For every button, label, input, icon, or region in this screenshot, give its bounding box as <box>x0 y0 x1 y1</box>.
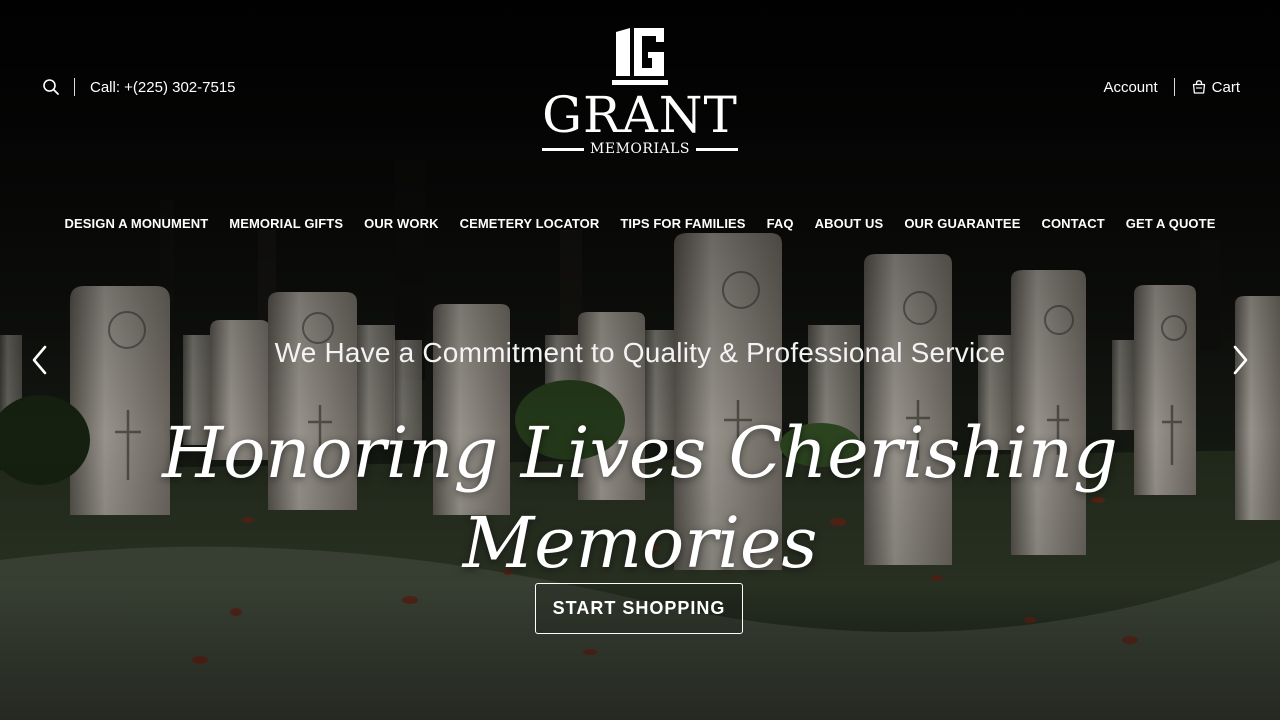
logo-rule <box>542 147 585 151</box>
cart-icon <box>1192 80 1205 94</box>
nav-item-our-work[interactable]: OUR WORK <box>364 216 438 236</box>
cart-link[interactable]: Cart <box>1191 79 1240 96</box>
hero-tagline: We Have a Commitment to Quality & Profes… <box>274 337 1006 368</box>
header-divider <box>74 78 75 96</box>
nav-item-faq[interactable]: FAQ <box>767 216 794 236</box>
nav-item-memorial-gifts[interactable]: MEMORIAL GIFTS <box>229 216 343 236</box>
logo-subtitle: MEMORIALS <box>590 141 690 157</box>
logo-mark-icon <box>612 28 668 85</box>
site-logo[interactable]: GRANT MEMORIALS <box>540 24 740 174</box>
nav-item-tips-for-families[interactable]: TIPS FOR FAMILIES <box>620 216 745 236</box>
cart-label: Cart <box>1211 78 1240 96</box>
hero-headline: Honoring Lives Cherishing Memories <box>162 412 1118 584</box>
nav-item-our-guarantee[interactable]: OUR GUARANTEE <box>904 216 1020 236</box>
nav-item-get-a-quote[interactable]: GET A QUOTE <box>1126 216 1216 236</box>
account-link[interactable]: Account <box>1103 79 1157 96</box>
search-icon[interactable] <box>42 78 60 96</box>
nav-item-about-us[interactable]: ABOUT US <box>815 216 884 236</box>
utility-left: Call: +(225) 302-7515 <box>42 76 236 98</box>
logo-name: GRANT <box>542 86 738 144</box>
phone-link[interactable]: Call: +(225) 302-7515 <box>90 79 236 96</box>
logo-rule <box>695 147 738 151</box>
nav-item-cemetery-locator[interactable]: CEMETERY LOCATOR <box>460 216 600 236</box>
main-nav: DESIGN A MONUMENT MEMORIAL GIFTS OUR WOR… <box>0 216 1280 236</box>
header-divider <box>1173 78 1175 96</box>
utility-right: Account Cart <box>1103 76 1240 98</box>
start-shopping-button[interactable]: START SHOPPING <box>535 583 743 634</box>
nav-item-design-a-monument[interactable]: DESIGN A MONUMENT <box>65 216 209 236</box>
nav-item-contact[interactable]: CONTACT <box>1041 216 1104 236</box>
